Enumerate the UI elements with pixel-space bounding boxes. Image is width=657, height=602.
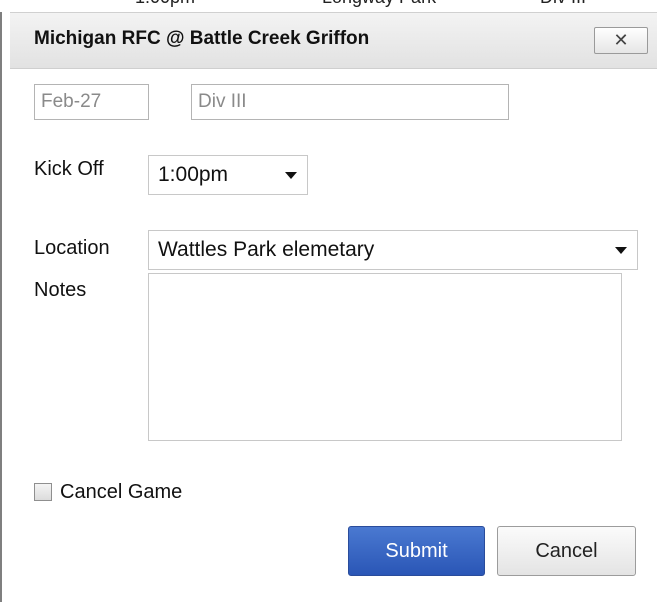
- notes-textarea[interactable]: [148, 273, 622, 441]
- cancel-game-checkbox[interactable]: [34, 483, 52, 501]
- location-label: Location: [34, 237, 110, 259]
- close-icon: ✕: [613, 30, 629, 50]
- kickoff-select[interactable]: 1:00pm: [148, 155, 308, 195]
- cancel-button[interactable]: Cancel: [497, 526, 636, 576]
- edit-game-dialog: Michigan RFC @ Battle Creek Griffon ✕ Fe…: [10, 12, 657, 602]
- background-cell-division: Div III: [540, 0, 586, 8]
- chevron-down-icon: [615, 247, 627, 254]
- kickoff-label: Kick Off: [34, 158, 104, 180]
- close-button[interactable]: ✕: [594, 27, 648, 54]
- dialog-title: Michigan RFC @ Battle Creek Griffon: [34, 28, 370, 49]
- date-field[interactable]: Feb-27: [34, 84, 149, 120]
- chevron-down-icon: [285, 172, 297, 179]
- notes-label: Notes: [34, 279, 87, 301]
- cancel-game-label[interactable]: Cancel Game: [60, 481, 182, 504]
- kickoff-selected-value: 1:00pm: [158, 163, 229, 186]
- background-table-row: 1:00pm Longway Park Div III: [0, 0, 657, 12]
- background-cell-location: Longway Park: [322, 0, 436, 8]
- window-edge: [0, 12, 2, 602]
- background-cell-time: 1:00pm: [135, 0, 195, 8]
- location-selected-value: Wattles Park elemetary: [158, 238, 375, 261]
- division-field[interactable]: Div III: [191, 84, 509, 120]
- page: 1:00pm Longway Park Div III Michigan RFC…: [0, 0, 657, 602]
- dialog-titlebar[interactable]: Michigan RFC @ Battle Creek Griffon ✕: [10, 12, 657, 69]
- location-select[interactable]: Wattles Park elemetary: [148, 230, 638, 270]
- submit-button[interactable]: Submit: [348, 526, 485, 576]
